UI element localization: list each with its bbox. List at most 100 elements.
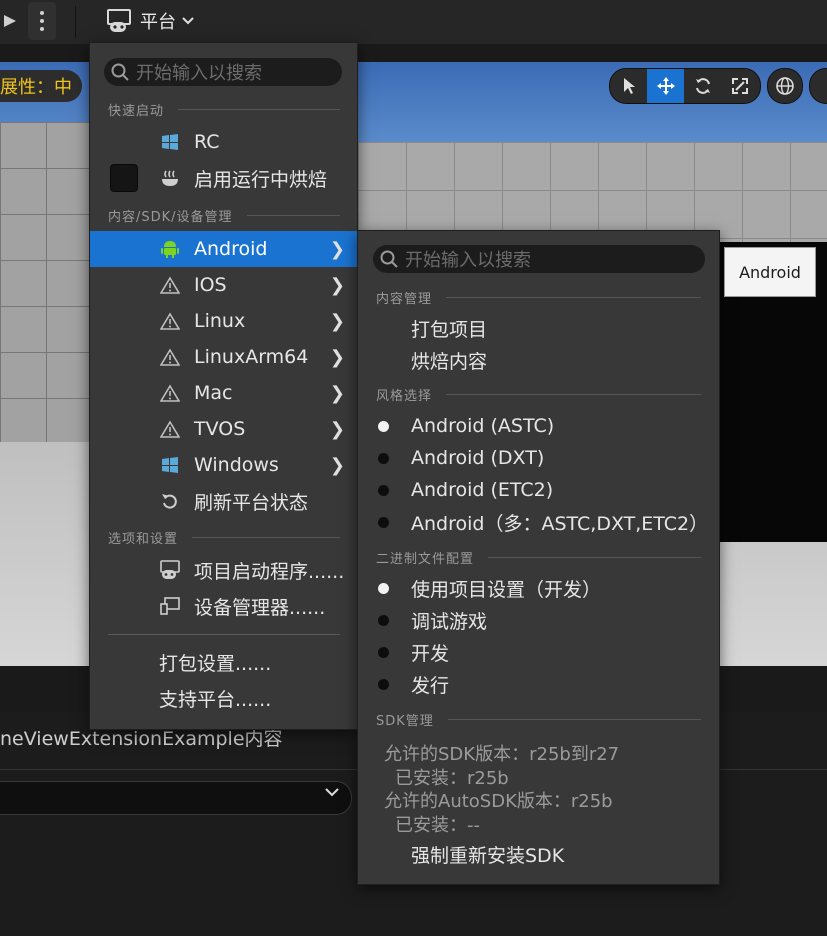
menu-item-device-manager[interactable]: 设备管理器...... — [90, 588, 357, 624]
scalability-badge[interactable]: 展性：中 — [0, 70, 82, 102]
refresh-icon — [158, 489, 182, 513]
windows-icon — [158, 130, 182, 154]
menu-item-refresh-platform-status[interactable]: 刷新平台状态 — [90, 483, 357, 519]
flavor-option-etc2[interactable]: Android (ETC2) — [358, 474, 719, 506]
cook-icon — [158, 166, 182, 190]
kebab-icon — [40, 11, 44, 31]
menu-item-tvos[interactable]: TVOS ❯ — [90, 411, 357, 447]
cook-on-the-fly-checkbox[interactable] — [110, 164, 138, 192]
binary-option-development[interactable]: 开发 — [358, 636, 719, 668]
snap-settings-button[interactable] — [809, 68, 827, 104]
binary-option-project-settings[interactable]: 使用项目设置（开发） — [358, 572, 719, 604]
binary-option-debug-game[interactable]: 调试游戏 — [358, 604, 719, 636]
globe-icon — [776, 77, 794, 95]
menu-item-project-launcher[interactable]: 项目启动程序...... — [90, 552, 357, 588]
play-icon — [4, 15, 16, 27]
more-options-button[interactable] — [28, 2, 56, 40]
menu-item-packaging-settings[interactable]: 打包设置...... — [90, 644, 357, 680]
move-cross-icon[interactable] — [647, 69, 684, 103]
section-sdk-management: SDK管理 — [376, 710, 701, 729]
platforms-dropdown-button[interactable]: 平台 — [98, 2, 202, 40]
radio-selected-icon — [378, 582, 389, 594]
section-content-sdk: 内容/SDK/设备管理 — [108, 206, 340, 225]
android-search-input[interactable]: 开始输入以搜索 — [373, 245, 705, 273]
menu-item-supported-platforms[interactable]: 支持平台...... — [90, 680, 357, 716]
menu-item-label: 启用运行中烘焙 — [194, 168, 328, 191]
chevron-down-icon — [325, 788, 339, 797]
menu-item-label: 刷新平台状态 — [194, 491, 309, 514]
android-icon — [158, 237, 182, 261]
chevron-right-icon: ❯ — [329, 238, 345, 260]
device-icon — [158, 594, 182, 618]
menu-item-cook-content[interactable]: 烘焙内容 — [358, 344, 719, 376]
menu-item-label: 调试游戏 — [411, 610, 488, 633]
menu-item-label: 烘焙内容 — [411, 350, 488, 373]
chevron-right-icon: ❯ — [329, 382, 345, 404]
warning-icon — [158, 345, 182, 369]
warning-icon — [158, 417, 182, 441]
warning-icon — [158, 273, 182, 297]
play-mode-button[interactable] — [0, 2, 24, 40]
menu-item-ios[interactable]: IOS ❯ — [90, 267, 357, 303]
menu-divider — [108, 634, 340, 635]
world-local-toggle[interactable] — [767, 68, 803, 104]
chevron-down-icon — [182, 17, 194, 25]
search-icon — [104, 63, 136, 81]
menu-item-cook-on-the-fly[interactable]: 启用运行中烘焙 — [90, 160, 357, 196]
windows-icon — [158, 453, 182, 477]
section-label: 内容管理 — [376, 292, 433, 307]
radio-selected-icon — [378, 420, 389, 432]
menu-item-package-project[interactable]: 打包项目 — [358, 312, 719, 344]
menu-item-mac[interactable]: Mac ❯ — [90, 375, 357, 411]
section-label: 快速启动 — [108, 104, 165, 119]
transform-tools-group — [609, 68, 761, 104]
menu-item-label: TVOS — [194, 418, 246, 440]
autosdk-installed-version: 已安装：-- — [395, 815, 480, 836]
menu-item-linux[interactable]: Linux ❯ — [90, 303, 357, 339]
menu-item-label: RC — [194, 131, 220, 153]
filter-combo-box[interactable] — [0, 781, 352, 815]
section-label: SDK管理 — [376, 714, 434, 729]
menu-item-android[interactable]: Android ❯ — [90, 231, 357, 267]
section-label: 内容/SDK/设备管理 — [108, 210, 233, 225]
section-label: 选项和设置 — [108, 532, 179, 547]
radio-unselected-icon — [378, 646, 389, 658]
autosdk-allowed-versions: 允许的AutoSDK版本：r25b — [384, 791, 613, 812]
top-toolbar: 平台 — [0, 0, 827, 44]
menu-item-label: 支持平台...... — [159, 688, 272, 711]
select-arrow-icon[interactable] — [610, 69, 647, 103]
menu-item-label: 项目启动程序...... — [194, 560, 345, 583]
menu-item-label: 设备管理器...... — [194, 596, 326, 619]
menu-item-label: 强制重新安装SDK — [411, 844, 565, 867]
flavor-option-multi[interactable]: Android（多：ASTC,DXT,ETC2） — [358, 506, 719, 538]
menu-item-label: Android (ASTC) — [411, 415, 555, 437]
android-submenu: 开始输入以搜索 内容管理 打包项目 烘焙内容 风格选择 Android (AST… — [357, 230, 720, 885]
menu-item-windows[interactable]: Windows ❯ — [90, 447, 357, 483]
radio-unselected-icon — [378, 452, 389, 464]
scale-icon[interactable] — [721, 69, 758, 103]
rotate-icon[interactable] — [684, 69, 721, 103]
flavor-option-astc[interactable]: Android (ASTC) — [358, 410, 719, 442]
section-binary-configuration: 二进制文件配置 — [376, 548, 701, 567]
search-icon — [373, 250, 405, 268]
binary-option-shipping[interactable]: 发行 — [358, 668, 719, 700]
platforms-search-input[interactable]: 开始输入以搜索 — [104, 58, 342, 86]
flavor-option-dxt[interactable]: Android (DXT) — [358, 442, 719, 474]
menu-item-force-reinstall-sdk[interactable]: 强制重新安装SDK — [358, 838, 719, 870]
menu-item-label: Linux — [194, 310, 246, 332]
menu-item-label: Android (ETC2) — [411, 479, 554, 501]
radio-unselected-icon — [378, 678, 389, 690]
menu-item-rc[interactable]: RC — [90, 124, 357, 160]
gamepad-icon — [158, 558, 182, 582]
radio-unselected-icon — [378, 516, 389, 528]
menu-item-label: IOS — [194, 274, 227, 296]
menu-item-label: Windows — [194, 454, 279, 476]
menu-item-label: Android — [194, 238, 268, 260]
toolbar-separator — [75, 6, 76, 38]
platforms-label: 平台 — [140, 12, 176, 33]
sdk-allowed-versions: 允许的SDK版本：r25b到r27 — [384, 744, 620, 765]
menu-item-linuxarm64[interactable]: LinuxArm64 ❯ — [90, 339, 357, 375]
menu-item-label: LinuxArm64 — [194, 346, 309, 368]
menu-item-label: Android（多：ASTC,DXT,ETC2） — [411, 512, 709, 535]
section-quick-launch: 快速启动 — [108, 100, 340, 119]
